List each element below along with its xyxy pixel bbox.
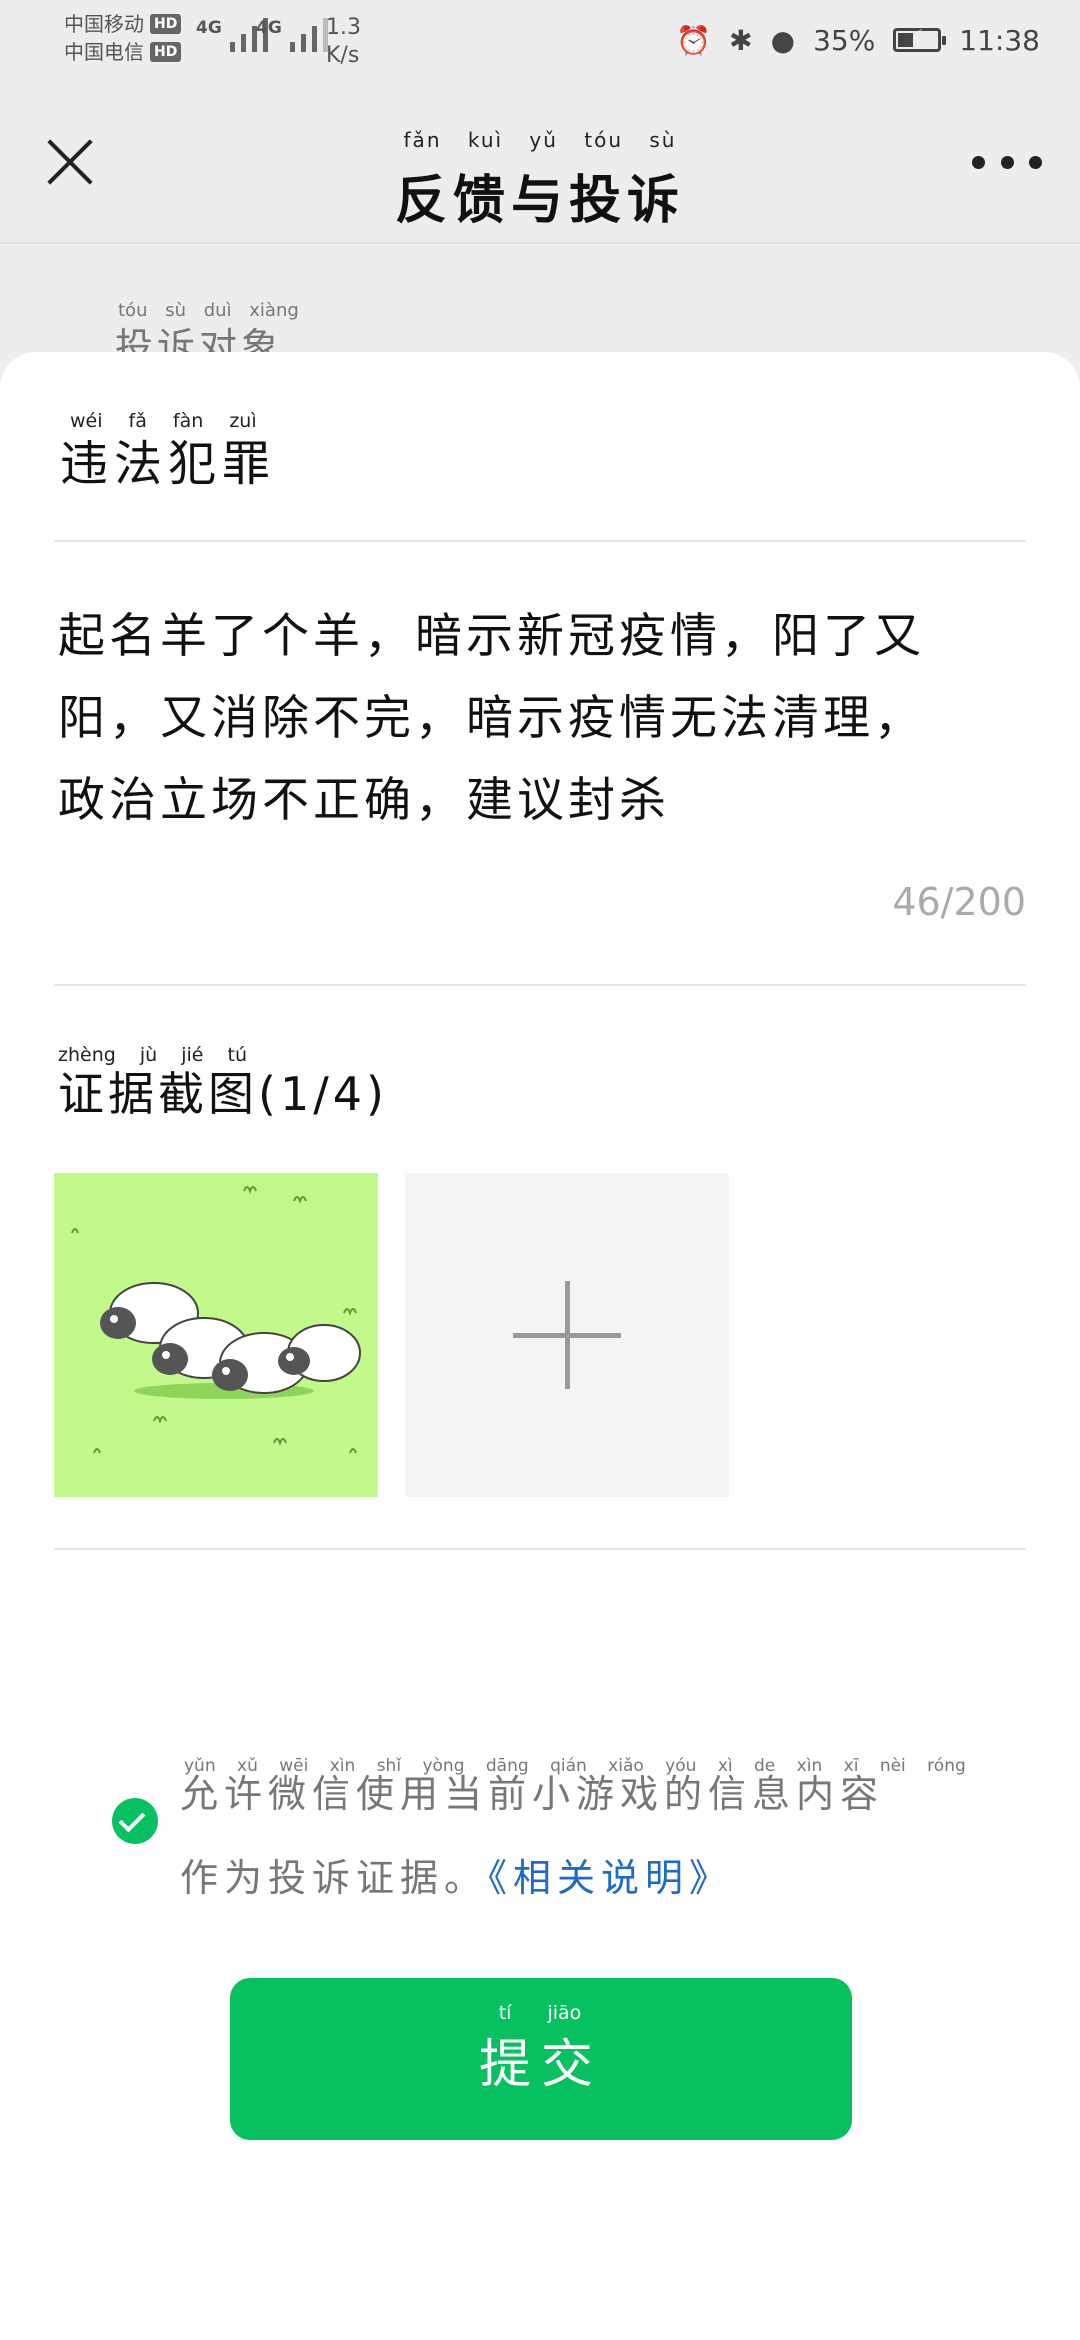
bluetooth-icon: ✱ <box>729 23 753 57</box>
add-image-icon[interactable] <box>405 1173 729 1497</box>
char-counter: 46/200 <box>892 880 1026 924</box>
description-line: 起名羊了个羊，暗示新冠疫情，阳了又 <box>58 609 925 664</box>
title-pinyin: fǎn kuì yǔ tóu sù <box>403 128 677 152</box>
page-title: 反馈与投诉 <box>394 171 685 231</box>
nav-bar: fǎn kuì yǔ tóu sù 反馈与投诉 <box>0 100 1080 231</box>
clock: 11:38 <box>959 23 1040 57</box>
divider <box>54 984 1026 986</box>
signal-icon: 4G <box>256 18 328 52</box>
carrier-info: 中国移动 HD 中国电信 HD <box>64 10 182 66</box>
consent-line: 允许微信使用当前小游戏的信息内容 <box>180 1772 885 1816</box>
carrier-1: 中国移动 <box>64 12 144 36</box>
description-line: 阳，又消除不完，暗示疫情无法清理， <box>58 691 925 746</box>
sheep-image <box>71 1186 361 1454</box>
complaint-type[interactable]: 违法犯罪 <box>60 424 276 494</box>
battery-icon: ⚡ <box>893 26 947 52</box>
status-right: ⏰ ✱ ● 35% ⚡ 11:38 <box>676 20 1040 60</box>
network-speed: 1.3 K/s <box>326 15 361 68</box>
consent-text: 允许微信使用当前小游戏的信息内容 作为投诉证据。《相关说明》 <box>180 1752 1040 1920</box>
divider <box>54 1548 1026 1550</box>
check-icon[interactable] <box>112 1798 158 1844</box>
evidence-thumbnail[interactable] <box>54 1173 378 1497</box>
evidence-title: 证据截图(1/4) <box>58 1067 388 1121</box>
description-line: 政治立场不正确，建议封杀 <box>58 773 670 828</box>
alarm-icon: ⏰ <box>676 23 712 57</box>
battery-percent: 35% <box>813 23 876 57</box>
description-textarea[interactable]: 起名羊了个羊，暗示新冠疫情，阳了又 阳，又消除不完，暗示疫情无法清理， 政治立场… <box>58 596 1028 842</box>
consent-line: 作为投诉证据。 <box>180 1856 489 1900</box>
hd-badge: HD <box>150 42 182 62</box>
hd-badge: HD <box>150 14 182 34</box>
location-icon: ● <box>770 23 796 57</box>
nav-divider <box>0 242 1080 244</box>
status-bar: 中国移动 HD 中国电信 HD 4G 4G 1.3 K/s ⏰ ✱ ● 35% ⚡ … <box>0 0 1080 80</box>
carrier-2: 中国电信 <box>64 40 144 64</box>
divider <box>54 540 1026 542</box>
submit-pinyin: tí jiāo <box>498 2002 582 2024</box>
more-icon[interactable] <box>972 146 1042 178</box>
related-info-link[interactable]: 《相关说明》 <box>488 1856 733 1900</box>
complaint-form-card: wéi fǎ fàn zuì 违法犯罪 起名羊了个羊，暗示新冠疫情，阳了又 阳，… <box>0 352 1080 2340</box>
